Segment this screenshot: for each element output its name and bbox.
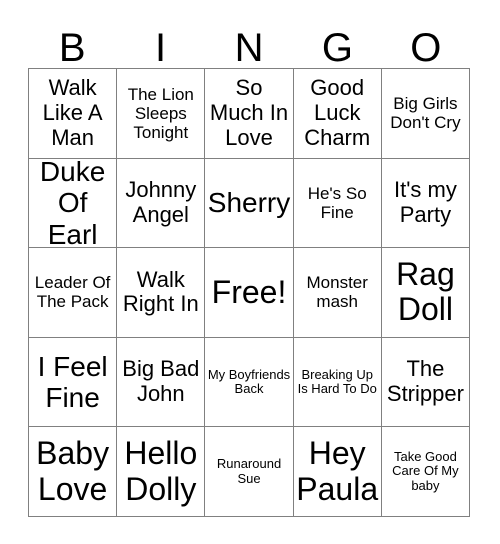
bingo-cell-label: Big Bad John: [122, 356, 200, 407]
bingo-cell[interactable]: He's So Fine: [293, 158, 382, 249]
header-letter-text: G: [321, 26, 353, 70]
header-letter-i: I: [116, 10, 204, 68]
bingo-header: B I N G O: [28, 10, 470, 68]
bingo-cell-label: I Feel Fine: [37, 350, 108, 414]
bingo-cell[interactable]: Hey Paula: [293, 427, 382, 517]
bingo-cell-label: Monster mash: [306, 273, 368, 312]
header-letter-g: G: [293, 10, 381, 68]
header-letter-text: O: [410, 26, 442, 70]
bingo-cell-label: Runaround Sue: [216, 456, 282, 486]
bingo-cell-label: So Much In Love: [209, 75, 289, 150]
bingo-row: Baby Love Hello Dolly Runaround Sue Hey …: [29, 427, 471, 517]
bingo-cell-label: Duke Of Earl: [39, 158, 106, 249]
bingo-cell-label: He's So Fine: [307, 183, 367, 222]
bingo-cell[interactable]: So Much In Love: [205, 69, 294, 159]
bingo-cell[interactable]: Breaking Up Is Hard To Do: [293, 337, 382, 428]
bingo-cell[interactable]: Take Good Care Of My baby: [381, 427, 471, 517]
bingo-cell[interactable]: Big Bad John: [117, 337, 206, 428]
bingo-cell-label: Free!: [211, 273, 287, 310]
bingo-cell[interactable]: The Stripper: [381, 337, 471, 428]
bingo-cell-label: Take Good Care Of My baby: [392, 448, 459, 493]
bingo-row: Leader Of The Pack Walk Right In Free! M…: [29, 248, 471, 338]
bingo-cell[interactable]: Walk Right In: [117, 248, 206, 338]
bingo-cell-label: My Boyfriends Back: [207, 366, 291, 397]
bingo-cell[interactable]: My Boyfriends Back: [205, 337, 294, 428]
bingo-cell-label: Big Girls Don't Cry: [390, 94, 461, 133]
bingo-cell-free[interactable]: Free!: [205, 248, 294, 338]
bingo-cell[interactable]: I Feel Fine: [29, 337, 118, 428]
bingo-cell[interactable]: Runaround Sue: [205, 427, 294, 517]
bingo-card: B I N G O Walk Like A Man The Lion Sleep…: [28, 10, 471, 517]
bingo-cell[interactable]: Baby Love: [29, 427, 118, 517]
bingo-row: I Feel Fine Big Bad John My Boyfriends B…: [29, 337, 471, 428]
bingo-cell[interactable]: Big Girls Don't Cry: [381, 69, 471, 159]
header-letter-text: N: [234, 26, 264, 70]
bingo-cell[interactable]: Monster mash: [293, 248, 382, 338]
header-letter-text: I: [155, 26, 167, 70]
bingo-cell[interactable]: Sherry: [205, 158, 294, 249]
bingo-grid: Walk Like A Man The Lion Sleeps Tonight …: [28, 68, 471, 517]
bingo-cell-label: Johnny Angel: [125, 177, 197, 227]
bingo-cell-label: Walk Right In: [122, 266, 199, 317]
bingo-cell[interactable]: Walk Like A Man: [29, 69, 118, 159]
bingo-row: Duke Of Earl Johnny Angel Sherry He's So…: [29, 158, 471, 249]
bingo-cell[interactable]: Leader Of The Pack: [29, 248, 118, 338]
bingo-cell[interactable]: It's my Party: [381, 158, 471, 249]
bingo-cell[interactable]: Hello Dolly: [117, 427, 206, 517]
bingo-cell-label: The Stripper: [386, 356, 464, 407]
header-letter-n: N: [205, 10, 293, 68]
bingo-cell-label: Hey Paula: [296, 434, 379, 507]
bingo-cell-label: Breaking Up Is Hard To Do: [297, 366, 377, 397]
bingo-cell-label: The Lion Sleeps Tonight: [127, 84, 194, 142]
bingo-cell-label: It's my Party: [393, 177, 457, 227]
bingo-cell[interactable]: Johnny Angel: [117, 158, 206, 249]
bingo-cell-label: Hello Dolly: [124, 434, 198, 507]
bingo-cell-label: Good Luck Charm: [304, 75, 371, 150]
bingo-cell[interactable]: Good Luck Charm: [293, 69, 382, 159]
header-letter-b: B: [28, 10, 116, 68]
bingo-cell[interactable]: The Lion Sleeps Tonight: [117, 69, 206, 159]
bingo-cell[interactable]: Rag Doll: [381, 248, 471, 338]
header-letter-text: B: [58, 26, 86, 70]
bingo-cell[interactable]: Duke Of Earl: [29, 158, 118, 249]
bingo-cell-label: Rag Doll: [396, 255, 455, 328]
bingo-cell-label: Walk Like A Man: [42, 75, 103, 150]
bingo-cell-label: Baby Love: [36, 434, 110, 507]
bingo-row: Walk Like A Man The Lion Sleeps Tonight …: [29, 69, 471, 159]
bingo-cell-label: Leader Of The Pack: [34, 273, 111, 312]
header-letter-o: O: [382, 10, 470, 68]
bingo-cell-label: Sherry: [207, 187, 291, 219]
